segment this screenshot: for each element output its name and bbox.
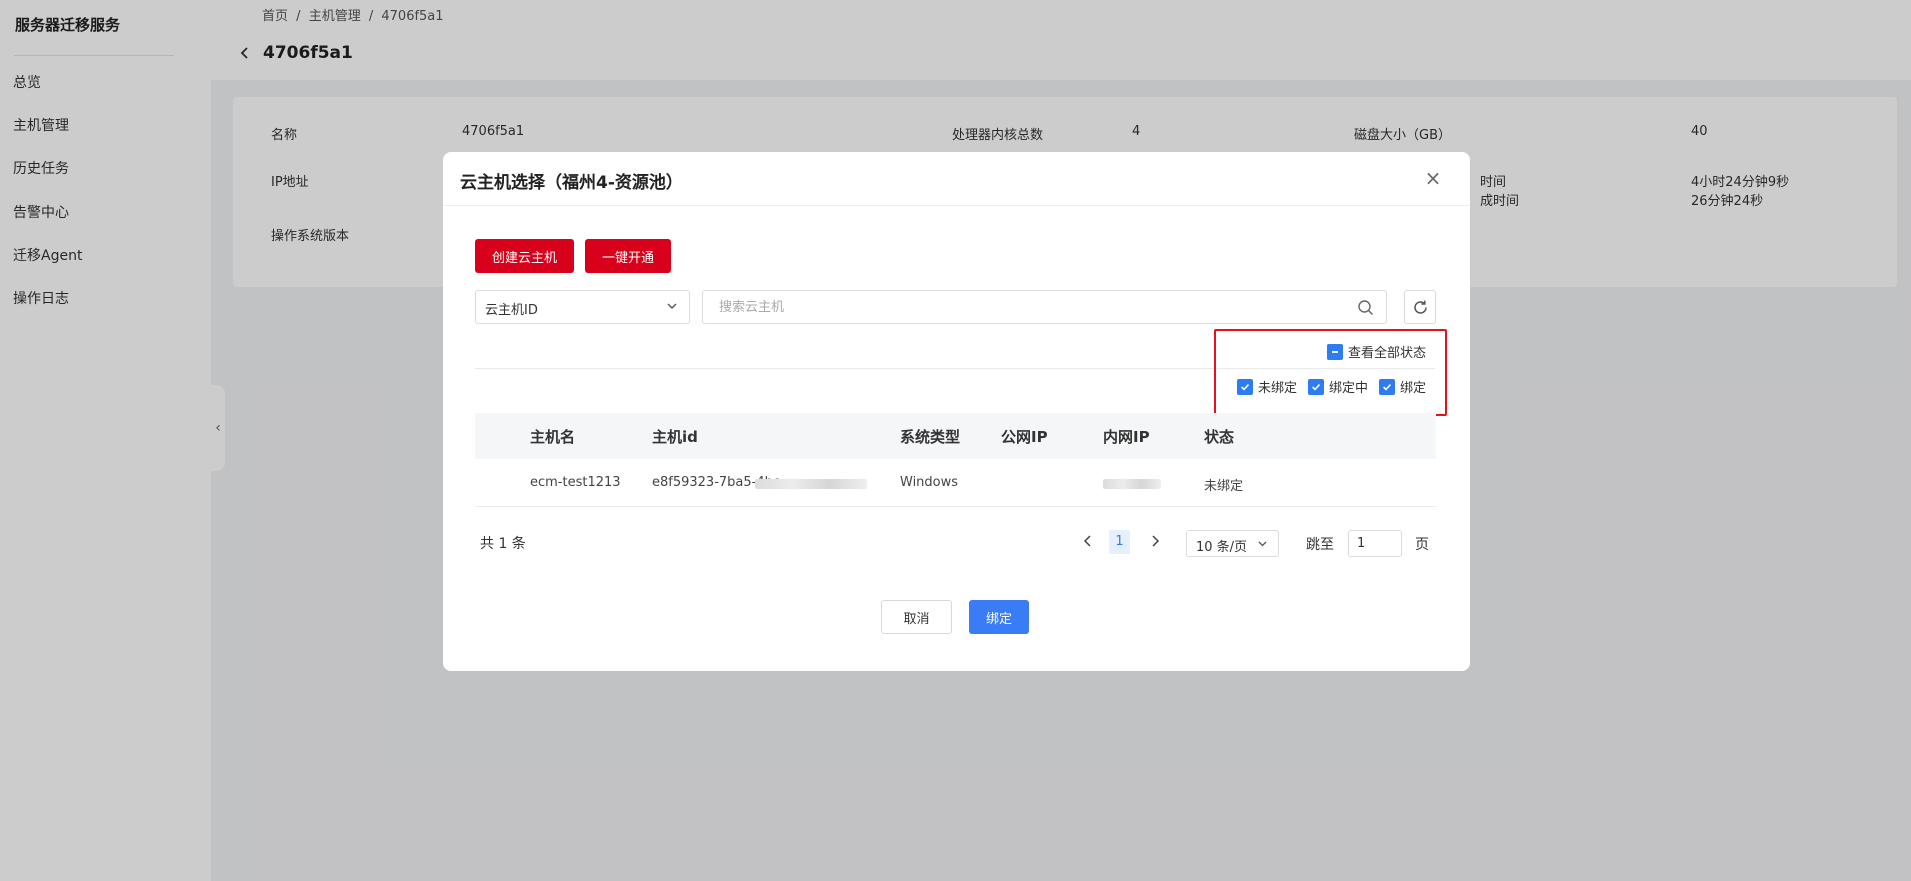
dialog-header: 云主机选择（福州4-资源池） × [443, 152, 1470, 206]
page-size-select[interactable]: 10 条/页 [1186, 530, 1279, 557]
search-field-select-value: 云主机ID [485, 303, 538, 318]
column-public-ip: 公网IP [1001, 428, 1048, 446]
ecs-select-dialog: 云主机选择（福州4-资源池） × 创建云主机 一键开通 云主机ID 查看全部状态… [443, 152, 1470, 671]
column-os-type: 系统类型 [900, 428, 961, 446]
row-hostname: ecm-test1213 [530, 475, 621, 490]
table-header: 主机名 主机id 系统类型 公网IP 内网IP 状态 [475, 413, 1436, 459]
row-status: 未绑定 [1204, 479, 1244, 494]
search-icon[interactable] [1357, 299, 1374, 316]
page-size-value: 10 条/页 [1196, 540, 1248, 555]
jump-to-label: 跳至 [1306, 537, 1334, 553]
redacted-private-ip [1103, 479, 1161, 489]
jump-page-input[interactable] [1348, 530, 1402, 557]
search-field-select[interactable]: 云主机ID [475, 290, 690, 324]
row-os-type: Windows [900, 475, 959, 490]
column-hostname: 主机名 [530, 428, 576, 446]
table-row[interactable]: ecm-test1213 e8f59323-7ba5-4bc Windows 未… [475, 459, 1436, 507]
next-page-icon[interactable] [1146, 532, 1164, 550]
total-count: 共 1 条 [480, 536, 526, 552]
refresh-button[interactable] [1404, 290, 1436, 324]
highlight-annotation-box [1214, 329, 1447, 416]
refresh-icon [1414, 300, 1427, 314]
page-number-current[interactable]: 1 [1109, 530, 1130, 554]
create-ecs-button[interactable]: 创建云主机 [475, 239, 574, 273]
search-input[interactable] [704, 292, 1344, 322]
cancel-button[interactable]: 取消 [881, 600, 952, 634]
search-box [702, 290, 1387, 324]
column-host-id: 主机id [652, 428, 698, 446]
prev-page-icon[interactable] [1079, 532, 1097, 550]
chevron-down-icon [1258, 541, 1267, 547]
close-icon[interactable]: × [1424, 168, 1442, 188]
redacted-host-id [755, 479, 867, 489]
column-status: 状态 [1204, 428, 1235, 446]
one-click-open-button[interactable]: 一键开通 [585, 239, 671, 273]
column-private-ip: 内网IP [1103, 428, 1150, 446]
page-suffix-label: 页 [1415, 537, 1429, 553]
dialog-title: 云主机选择（福州4-资源池） [460, 173, 683, 193]
chevron-down-icon [667, 303, 677, 309]
bind-button[interactable]: 绑定 [969, 600, 1029, 634]
